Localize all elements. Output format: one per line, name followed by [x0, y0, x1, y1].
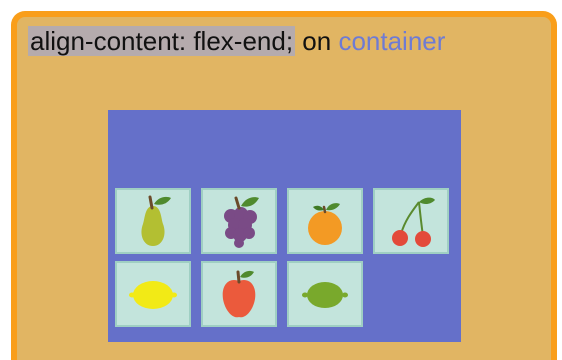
flex-item-cherries: [373, 188, 449, 254]
orange-icon: [308, 203, 342, 245]
pear-icon: [141, 195, 171, 246]
css-property-code: align-content: flex-end;: [28, 26, 296, 56]
container-link[interactable]: container: [338, 26, 445, 56]
apple-icon: [222, 270, 256, 318]
demo-caption: align-content: flex-end; on container: [28, 23, 445, 59]
lemon-icon: [129, 281, 177, 309]
flex-item-grapes: [201, 188, 277, 254]
flex-item-orange: [287, 188, 363, 254]
flex-container: [108, 110, 461, 342]
flex-item-lemon: [115, 261, 191, 327]
flex-item-apple: [201, 261, 277, 327]
lime-icon: [302, 282, 348, 308]
caption-on-text: on: [302, 26, 332, 56]
flex-item-pear: [115, 188, 191, 254]
grapes-icon: [224, 196, 259, 248]
flex-item-lime: [287, 261, 363, 327]
cherries-icon: [392, 197, 435, 247]
